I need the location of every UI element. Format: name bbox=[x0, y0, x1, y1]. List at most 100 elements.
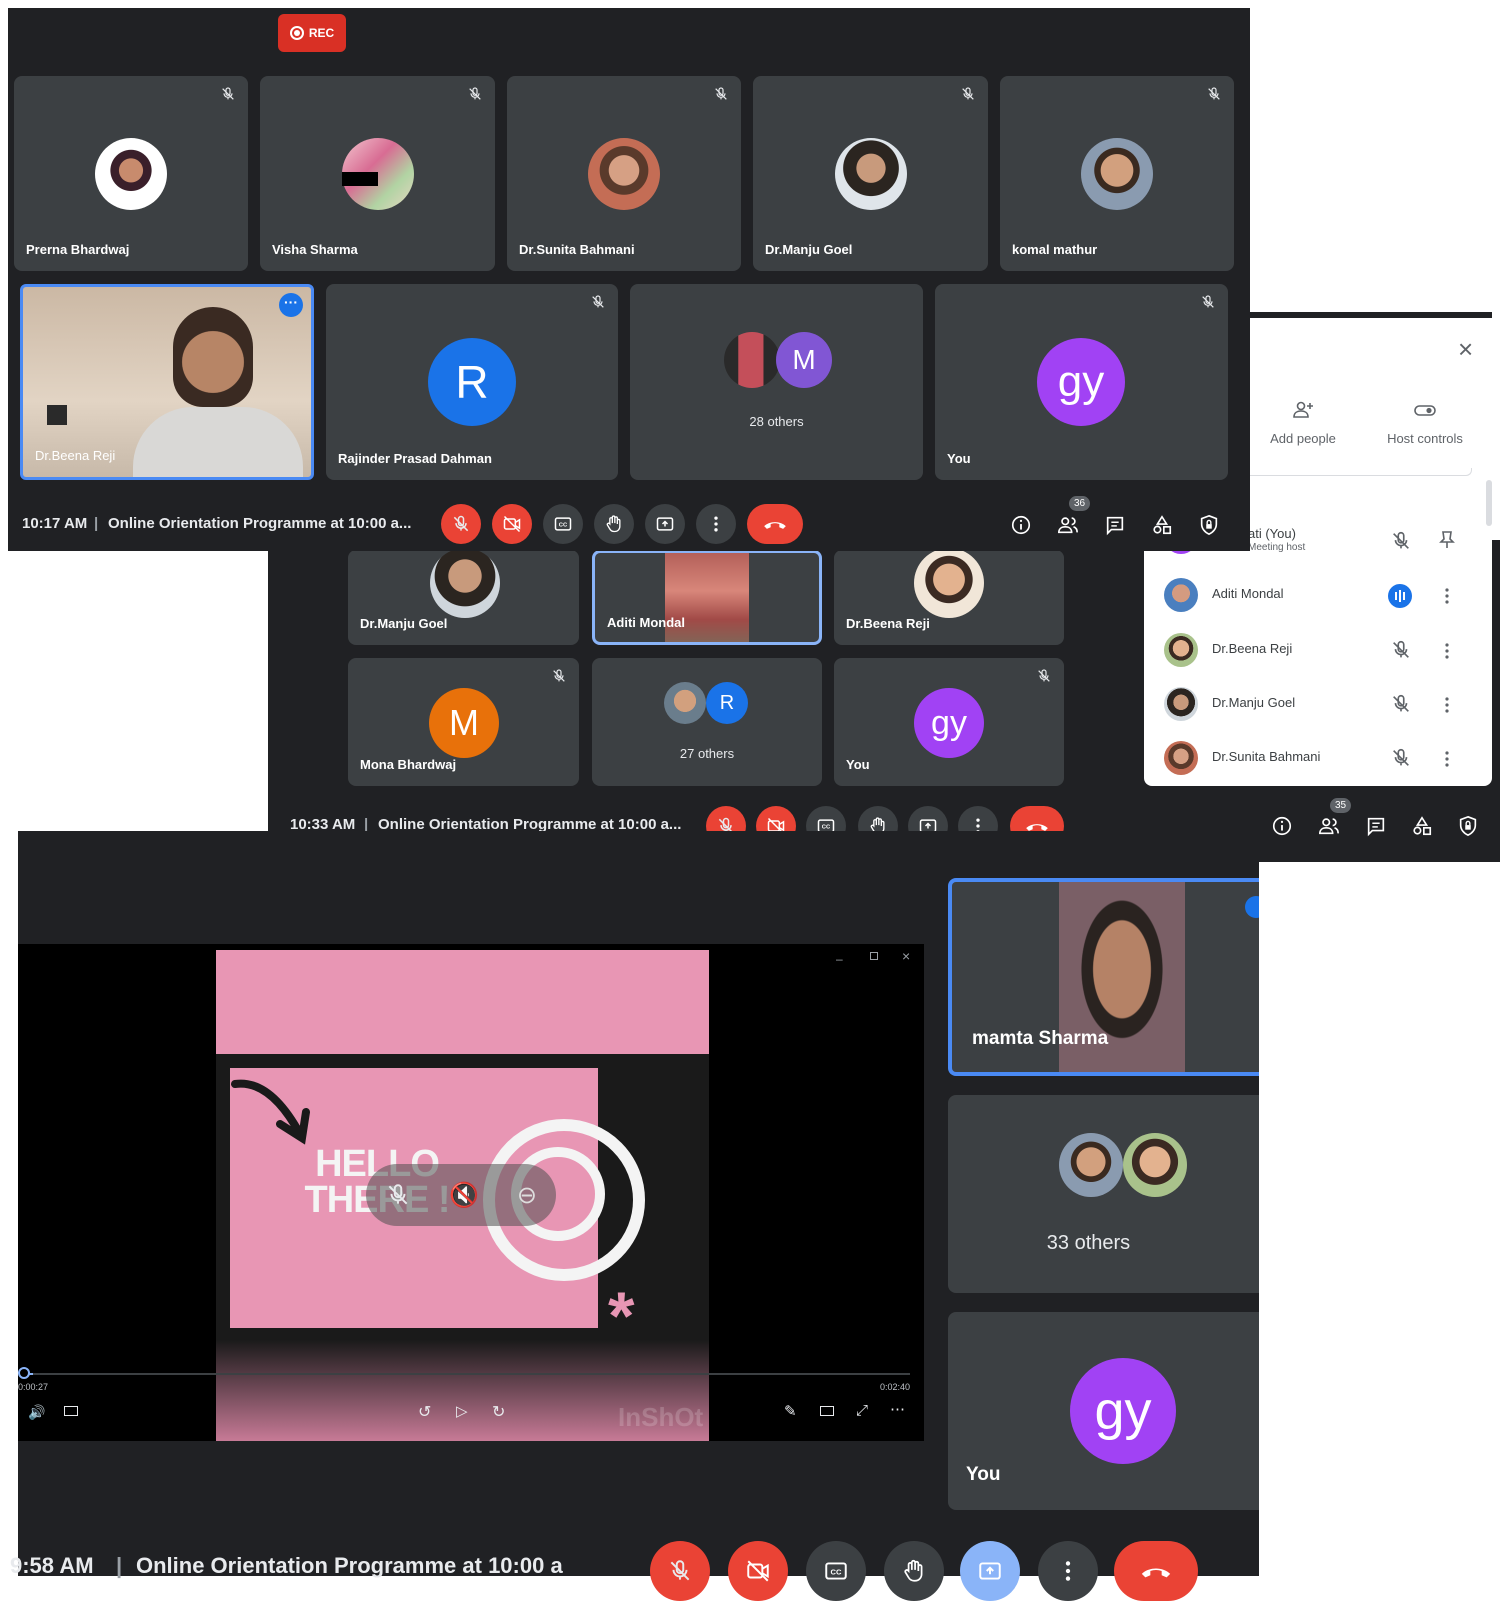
hand-icon bbox=[604, 514, 624, 534]
participant-name: Dr.Beena Reji bbox=[35, 448, 116, 463]
participant-tile[interactable]: Dr.Sunita Bahmani bbox=[507, 76, 741, 271]
captions-button[interactable] bbox=[543, 504, 583, 544]
self-name: You bbox=[947, 451, 971, 466]
more-horiz-icon[interactable]: ⋯ bbox=[890, 1400, 905, 1418]
miniplayer-icon[interactable] bbox=[820, 1406, 834, 1416]
others-tile[interactable]: 33 others bbox=[948, 1095, 1259, 1293]
pin-indicator[interactable] bbox=[1245, 896, 1259, 918]
participant-tile[interactable]: Dr.Manju Goel bbox=[753, 76, 988, 271]
close-icon[interactable]: × bbox=[1458, 336, 1473, 362]
play-icon[interactable]: ▷ bbox=[456, 1402, 468, 1420]
activities-icon[interactable] bbox=[1151, 514, 1173, 536]
self-row-role: Meeting host bbox=[1248, 542, 1306, 553]
people-icon[interactable] bbox=[1318, 815, 1340, 837]
host-controls-button[interactable]: Host controls bbox=[1380, 398, 1470, 446]
subtitles-icon[interactable] bbox=[64, 1406, 78, 1416]
participant-tile-active[interactable]: Aditi Mondal bbox=[592, 550, 822, 645]
mic-toggle-button[interactable] bbox=[441, 504, 481, 544]
raise-hand-button[interactable] bbox=[884, 1541, 944, 1601]
add-people-button[interactable]: Add people bbox=[1260, 398, 1346, 446]
hangup-icon bbox=[762, 511, 788, 537]
speaking-indicator-icon bbox=[1388, 584, 1412, 608]
leave-call-button[interactable] bbox=[1114, 1541, 1198, 1601]
self-tile[interactable]: gy You bbox=[834, 658, 1064, 786]
participant-tile[interactable]: R Rajinder Prasad Dahman bbox=[326, 284, 618, 480]
avatar bbox=[1164, 578, 1198, 612]
mic-off-icon bbox=[1390, 639, 1412, 661]
more-vert-icon[interactable] bbox=[1445, 697, 1449, 713]
mic-toggle-button[interactable] bbox=[650, 1541, 710, 1601]
mic-off-icon bbox=[667, 1558, 693, 1584]
video-timeline[interactable] bbox=[24, 1373, 910, 1375]
participant-row-name: Dr.Manju Goel bbox=[1212, 695, 1296, 710]
participant-tile[interactable]: komal mathur bbox=[1000, 76, 1234, 271]
rewind-10-icon[interactable]: ↺ bbox=[418, 1402, 431, 1422]
more-vert-icon[interactable] bbox=[1445, 588, 1449, 604]
fullscreen-icon[interactable]: ⤢ bbox=[856, 1402, 868, 1419]
meeting-time: 9:58 AM bbox=[10, 1553, 94, 1578]
participant-photo bbox=[588, 138, 660, 210]
participant-tile[interactable]: Visha Sharma bbox=[260, 76, 495, 271]
remove-icon: ⊖ bbox=[516, 1181, 537, 1209]
present-button[interactable] bbox=[645, 504, 685, 544]
participant-tile[interactable]: M Mona Bhardwaj bbox=[348, 658, 579, 786]
participant-tile[interactable]: Dr.Manju Goel bbox=[348, 550, 579, 645]
participant-photo bbox=[430, 550, 500, 618]
leave-call-button[interactable] bbox=[747, 504, 803, 544]
people-icon[interactable] bbox=[1057, 514, 1079, 536]
participant-tile[interactable]: Dr.Beena Reji bbox=[834, 550, 1064, 645]
mic-off-icon bbox=[960, 86, 976, 102]
separator: | bbox=[94, 515, 99, 532]
mic-off-icon bbox=[1206, 86, 1222, 102]
window-restore-icon[interactable] bbox=[870, 952, 878, 960]
volume-icon[interactable]: 🔊 bbox=[28, 1404, 45, 1421]
raise-hand-button[interactable] bbox=[594, 504, 634, 544]
meeting-title: Online Orientation Programme at 10:00 a bbox=[136, 1553, 563, 1578]
activities-icon[interactable] bbox=[1411, 815, 1433, 837]
video-player[interactable]: – × HELLO THERE ! 🔇 ⊖ * InShOt 0:00:27 0… bbox=[18, 944, 924, 1441]
self-tile[interactable]: gy You bbox=[948, 1312, 1259, 1510]
panel-scrollbar[interactable] bbox=[1486, 480, 1492, 526]
more-options-button[interactable] bbox=[1038, 1541, 1098, 1601]
host-controls-label: Host controls bbox=[1387, 431, 1463, 446]
forward-30-icon[interactable]: ↻ bbox=[492, 1402, 505, 1422]
others-tile[interactable]: R 27 others bbox=[592, 658, 822, 786]
camera-toggle-button[interactable] bbox=[728, 1541, 788, 1601]
mic-off-icon bbox=[1200, 294, 1216, 310]
others-tile[interactable]: M 28 others bbox=[630, 284, 923, 480]
participant-row[interactable]: Aditi Mondal bbox=[1144, 568, 1492, 622]
window-minimize-icon[interactable]: – bbox=[836, 952, 843, 966]
window-close-icon[interactable]: × bbox=[902, 948, 910, 964]
participant-row[interactable]: Dr.Manju Goel bbox=[1144, 677, 1492, 731]
timeline-handle[interactable] bbox=[18, 1367, 30, 1379]
camera-toggle-button[interactable] bbox=[492, 504, 532, 544]
avatar bbox=[1164, 741, 1198, 775]
captions-button[interactable] bbox=[806, 1541, 866, 1601]
recording-label: REC bbox=[308, 26, 335, 40]
host-safety-icon[interactable] bbox=[1457, 815, 1479, 837]
participant-name: Dr.Manju Goel bbox=[765, 242, 853, 257]
featured-video-tile[interactable]: mamta Sharma bbox=[948, 878, 1259, 1076]
chat-icon[interactable] bbox=[1365, 815, 1387, 837]
present-button[interactable] bbox=[960, 1541, 1020, 1601]
chat-icon[interactable] bbox=[1104, 514, 1126, 536]
host-safety-icon[interactable] bbox=[1198, 514, 1220, 536]
participant-name: Dr.Sunita Bahmani bbox=[519, 242, 635, 257]
edit-icon[interactable]: ✎ bbox=[784, 1402, 797, 1420]
others-count: 27 others bbox=[679, 746, 735, 761]
participant-row[interactable]: Dr.Beena Reji bbox=[1144, 623, 1492, 677]
participant-row[interactable]: Dr.Sunita Bahmani bbox=[1144, 731, 1492, 785]
info-icon[interactable] bbox=[1271, 815, 1293, 837]
others-avatar-letter: R bbox=[706, 682, 748, 724]
more-options-icon[interactable]: ··· bbox=[279, 293, 303, 317]
more-options-button[interactable] bbox=[696, 504, 736, 544]
featured-video-tile[interactable]: ··· Dr.Beena Reji bbox=[20, 284, 314, 480]
mic-off-icon bbox=[1390, 693, 1412, 715]
speaker-off-icon: 🔇 bbox=[449, 1181, 479, 1209]
more-vert-icon[interactable] bbox=[1445, 751, 1449, 767]
info-icon[interactable] bbox=[1010, 514, 1032, 536]
self-tile[interactable]: gy You bbox=[935, 284, 1228, 480]
more-vert-icon[interactable] bbox=[1445, 643, 1449, 659]
participant-tile[interactable]: Prerna Bhardwaj bbox=[14, 76, 248, 271]
pin-icon[interactable] bbox=[1438, 530, 1456, 550]
